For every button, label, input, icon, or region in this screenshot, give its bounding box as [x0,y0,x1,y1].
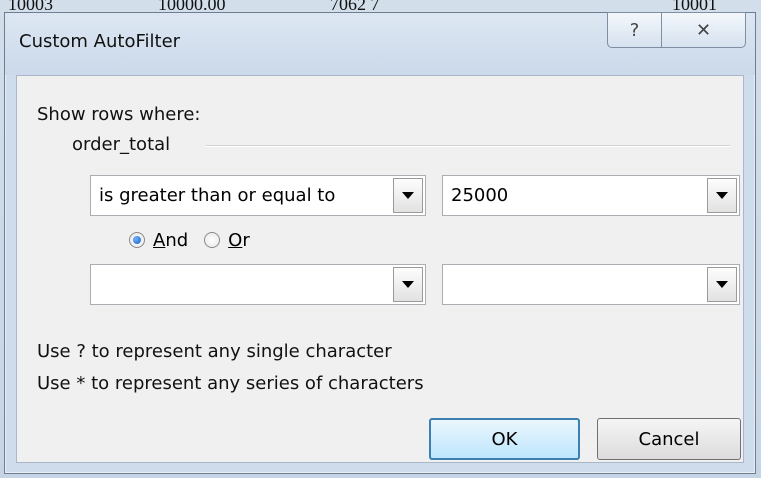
dialog-body: Show rows where: order_total is greater … [16,75,744,463]
title-bar[interactable]: Custom AutoFilter ? ✕ [5,12,755,75]
dialog-title: Custom AutoFilter [19,31,181,52]
wildcard-hint-series: Use * to represent any series of charact… [37,373,424,394]
close-button[interactable]: ✕ [661,12,746,48]
condition1-operator-value: is greater than or equal to [99,185,336,206]
and-radio-indicator[interactable] [129,232,145,248]
show-rows-label: Show rows where: [37,104,201,125]
or-radio-indicator[interactable] [204,232,221,248]
and-radio[interactable]: And [129,230,188,251]
condition1-value-select[interactable]: 25000 [442,175,740,216]
close-icon: ✕ [695,19,712,41]
condition2-operator-dropdown-button[interactable] [393,267,423,302]
group-divider [206,145,730,147]
and-radio-label: And [153,229,189,251]
chevron-down-icon [716,192,728,199]
condition1-value-dropdown-button[interactable] [707,178,737,213]
ok-button[interactable]: OK [429,418,580,460]
help-button[interactable]: ? [607,12,662,48]
condition1-operator-dropdown-button[interactable] [393,178,423,213]
custom-autofilter-dialog: Custom AutoFilter ? ✕ Show rows where: o… [4,12,756,474]
condition1-operator-select[interactable]: is greater than or equal to [90,175,426,216]
logic-radio-group: And Or [129,227,266,253]
condition2-value-select[interactable] [442,264,740,305]
chevron-down-icon [402,281,414,288]
wildcard-hint-single: Use ? to represent any single character [37,341,392,362]
field-name-label: order_total [72,134,171,155]
chevron-down-icon [402,192,414,199]
condition2-value-dropdown-button[interactable] [707,267,737,302]
help-icon: ? [629,19,640,41]
condition2-operator-select[interactable] [90,264,426,305]
or-radio-label: Or [228,229,250,251]
condition1-value-text: 25000 [451,185,509,206]
cancel-button[interactable]: Cancel [597,418,741,460]
or-radio[interactable]: Or [204,230,250,251]
chevron-down-icon [716,281,728,288]
